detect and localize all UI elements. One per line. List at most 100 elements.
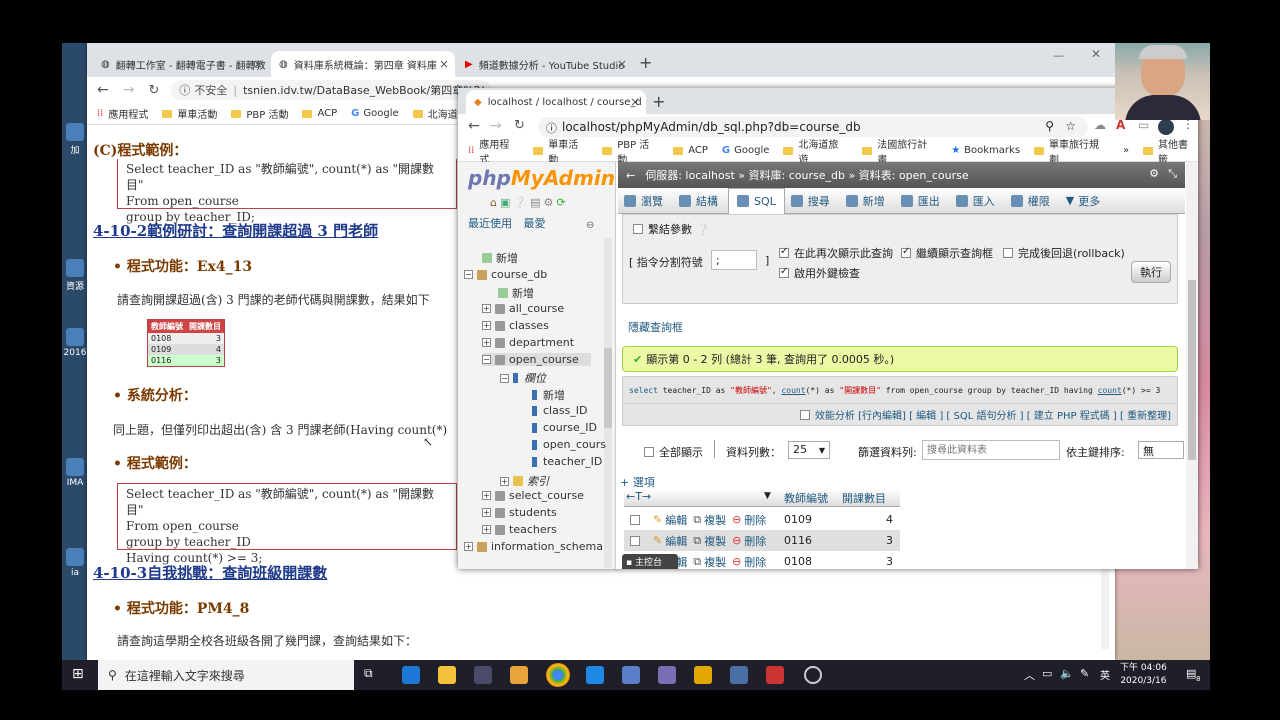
collapse-icon[interactable]: − bbox=[464, 270, 473, 279]
count-cell[interactable]: 3 bbox=[886, 534, 893, 547]
console-toggle[interactable]: ▪ 主控台 bbox=[622, 554, 678, 569]
reload-icon[interactable]: ↻ bbox=[514, 118, 525, 133]
chevron-down-icon[interactable]: ▼ bbox=[764, 491, 771, 501]
new-tab-button[interactable]: + bbox=[652, 92, 665, 111]
app-icon[interactable] bbox=[658, 666, 676, 684]
column-header[interactable]: 教師編號 bbox=[784, 490, 828, 506]
show-all-toggle[interactable]: 全部顯示 bbox=[644, 444, 703, 460]
collapse-icon[interactable]: ⤡ bbox=[1168, 167, 1177, 181]
tab-sql[interactable]: SQL bbox=[728, 187, 785, 214]
page-scrollbar[interactable] bbox=[1186, 162, 1198, 569]
app-icon[interactable] bbox=[730, 666, 748, 684]
volume-icon[interactable]: 🔈 bbox=[1060, 667, 1074, 680]
task-view-icon[interactable]: ⧉ bbox=[364, 666, 373, 681]
bookmark-item[interactable]: PBP 活動 bbox=[231, 106, 288, 121]
ime-indicator[interactable]: 英 bbox=[1100, 667, 1110, 682]
delimiter-input[interactable]: ; bbox=[711, 250, 757, 270]
desktop-icon[interactable]: ia bbox=[62, 548, 88, 578]
rows-select[interactable]: 25 ▼ bbox=[788, 441, 830, 459]
browser-tab-active[interactable]: ◆ localhost / localhost / course_d × bbox=[466, 90, 646, 114]
mail-icon[interactable] bbox=[586, 666, 604, 684]
expand-icon[interactable]: + bbox=[482, 321, 491, 330]
checkbox[interactable] bbox=[779, 246, 789, 258]
teacher-id-cell[interactable]: 0109 bbox=[784, 513, 812, 526]
close-icon[interactable]: × bbox=[617, 57, 627, 71]
bookmark-item[interactable]: 北海道旅遊 bbox=[783, 136, 848, 166]
back-arrow-icon[interactable]: ← bbox=[468, 118, 480, 134]
tree-item-table[interactable]: + select_course bbox=[482, 489, 584, 502]
bookmark-item[interactable]: 法國旅行計畫 bbox=[862, 136, 937, 166]
reload-icon[interactable]: ↻ bbox=[148, 83, 159, 98]
bookmark-apps[interactable]: ⁞⁞ 應用程式 bbox=[468, 136, 519, 166]
file-explorer-icon[interactable] bbox=[438, 666, 456, 684]
tab-export[interactable]: 匯出 bbox=[900, 193, 940, 209]
expand-icon[interactable]: + bbox=[482, 525, 491, 534]
close-icon[interactable]: × bbox=[630, 95, 640, 109]
tree-item-new[interactable]: 新增 bbox=[482, 250, 518, 266]
tab-insert[interactable]: 新增 bbox=[845, 193, 885, 209]
desktop-icon[interactable]: 資源 bbox=[62, 259, 88, 292]
close-window-button[interactable]: ✕ bbox=[1091, 47, 1101, 61]
tree-item-table-selected[interactable]: − open_course bbox=[482, 353, 591, 366]
delete-action[interactable]: ⊖ 刪除 bbox=[732, 554, 766, 570]
link-icon[interactable]: ⊖ bbox=[586, 220, 594, 231]
tree-item-table[interactable]: + all_course bbox=[482, 302, 564, 315]
tree-item-new[interactable]: 新增 bbox=[498, 285, 534, 301]
bookmark-item[interactable]: 單車旅行規劃 bbox=[1034, 136, 1109, 166]
bookmark-item[interactable]: ★ Bookmarks bbox=[951, 145, 1020, 156]
expand-icon[interactable]: + bbox=[482, 491, 491, 500]
browser-tab-active[interactable]: ◍ 資料庫系統概論：第四章 資料庫 × bbox=[271, 51, 455, 77]
tree-item-new[interactable]: 新增 bbox=[532, 387, 565, 403]
desktop-icon[interactable]: IMA bbox=[62, 458, 88, 488]
bookmark-overflow[interactable]: » bbox=[1123, 145, 1129, 156]
copy-action[interactable]: ⧉ 複製 bbox=[693, 533, 726, 549]
collapse-icon[interactable]: − bbox=[500, 373, 509, 383]
app-icon[interactable] bbox=[694, 666, 712, 684]
column-header[interactable]: 開課數目 bbox=[842, 490, 886, 506]
checkbox[interactable] bbox=[633, 224, 643, 234]
profile-avatar[interactable] bbox=[1158, 119, 1174, 135]
notification-icon[interactable]: ▤ bbox=[1186, 667, 1196, 680]
tree-item-indexes[interactable]: + 索引 bbox=[500, 473, 549, 489]
query-action-links[interactable]: 效能分析 [行內編輯] [ 編輯 ] [ SQL 語句分析 ] [ 建立 PHP… bbox=[622, 404, 1178, 426]
close-icon[interactable]: × bbox=[439, 57, 449, 71]
row-checkbox[interactable] bbox=[630, 535, 640, 546]
options-link[interactable]: + 選項 bbox=[620, 474, 655, 490]
settings-icon[interactable]: ⚙ bbox=[544, 196, 557, 209]
bookmark-item[interactable]: 單車活動 bbox=[533, 136, 588, 166]
back-arrow-icon[interactable]: ← bbox=[626, 169, 635, 182]
row-checkbox[interactable] bbox=[630, 514, 640, 525]
taskbar-search[interactable]: ⚲ 在這裡輸入文字來搜尋 bbox=[98, 660, 354, 690]
edge-icon[interactable] bbox=[402, 666, 420, 684]
pen-icon[interactable]: ✎ bbox=[1080, 667, 1089, 680]
forward-arrow-icon[interactable]: → bbox=[123, 82, 135, 98]
favorites-tab[interactable]: 最愛 bbox=[524, 217, 546, 230]
logout-icon[interactable]: ▣ bbox=[500, 196, 513, 209]
bookmark-item[interactable]: PBP 活動 bbox=[602, 136, 659, 166]
tab-browse[interactable]: 瀏覽 bbox=[624, 193, 663, 209]
star-icon[interactable]: ☆ bbox=[1065, 119, 1076, 133]
hide-query-link[interactable]: 隱藏查詢框 bbox=[628, 319, 683, 335]
browser-tab[interactable]: ◍ 翻轉工作室 - 翻轉電子書 - 翻轉教 × bbox=[93, 51, 269, 77]
copy-action[interactable]: ⧉ 複製 bbox=[693, 512, 726, 528]
app-icon[interactable] bbox=[622, 666, 640, 684]
recent-tab[interactable]: 最近使用 bbox=[468, 217, 512, 230]
help-icon[interactable]: ❔ bbox=[696, 223, 710, 236]
page-scrollbar-thumb[interactable] bbox=[1188, 280, 1196, 460]
gear-icon[interactable]: ⚙ bbox=[1149, 167, 1159, 180]
app-icon[interactable] bbox=[804, 666, 822, 684]
tree-item-column[interactable]: teacher_ID bbox=[532, 455, 602, 468]
tree-item-table[interactable]: + classes bbox=[482, 319, 549, 332]
chrome-icon[interactable] bbox=[546, 663, 570, 687]
help-icon[interactable]: ❔ bbox=[513, 196, 530, 209]
checkbox[interactable] bbox=[1003, 248, 1013, 258]
option-retain-query[interactable]: 繼續顯示查詢框 bbox=[901, 245, 993, 261]
bookmark-item[interactable]: ACP bbox=[302, 108, 337, 119]
checkbox[interactable] bbox=[779, 266, 789, 278]
extension-cloud-icon[interactable]: ☁ bbox=[1094, 118, 1106, 132]
reload-icon[interactable]: ⟳ bbox=[556, 196, 568, 209]
tree-item-column[interactable]: class_ID bbox=[532, 404, 588, 417]
windows-start-icon[interactable]: ⊞ bbox=[72, 666, 84, 682]
bookmark-other[interactable]: 其他書籤 bbox=[1143, 136, 1198, 166]
bind-params-toggle[interactable]: 繫結參數 ❔ bbox=[633, 221, 710, 237]
